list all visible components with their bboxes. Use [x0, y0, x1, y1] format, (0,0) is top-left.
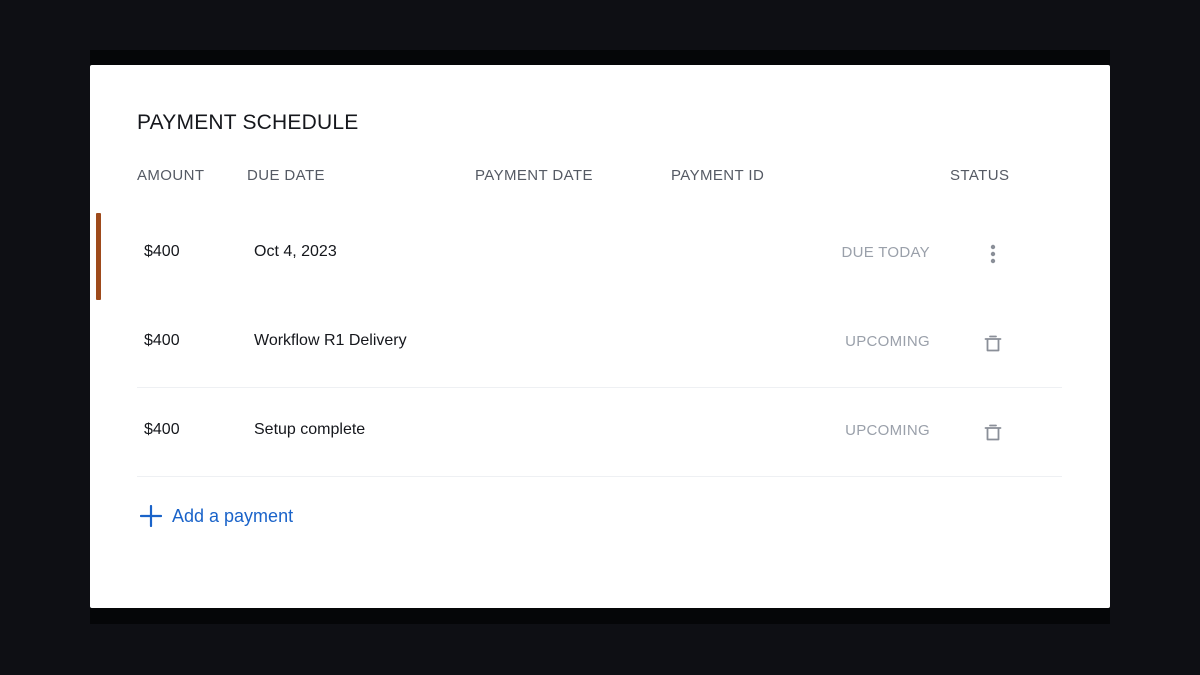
trash-icon: [984, 335, 1002, 351]
column-header-payment-date: PAYMENT DATE: [475, 167, 593, 184]
add-payment-button[interactable]: Add a payment: [140, 505, 293, 527]
due-date-cell: Setup complete: [254, 421, 366, 438]
column-header-status: STATUS: [950, 167, 1010, 184]
amount-cell: $400: [144, 332, 180, 349]
status-badge: UPCOMING: [845, 422, 930, 439]
plus-icon: [140, 505, 162, 527]
delete-payment-button[interactable]: [982, 329, 1004, 357]
row-divider: [137, 387, 1062, 388]
status-badge: DUE TODAY: [841, 244, 930, 261]
trash-icon: [984, 424, 1002, 440]
payment-schedule-card: PAYMENT SCHEDULE AMOUNT DUE DATE PAYMENT…: [90, 65, 1110, 608]
row-divider: [137, 476, 1062, 477]
more-options-button[interactable]: [982, 240, 1004, 268]
table-row: $400 Workflow R1 Delivery UPCOMING: [137, 300, 1062, 388]
amount-cell: $400: [144, 421, 180, 438]
column-header-due-date: DUE DATE: [247, 167, 325, 184]
column-header-amount: AMOUNT: [137, 167, 205, 184]
due-date-cell: Workflow R1 Delivery: [254, 332, 407, 349]
more-vertical-icon: [990, 244, 996, 264]
column-header-payment-id: PAYMENT ID: [671, 167, 765, 184]
status-badge: UPCOMING: [845, 333, 930, 350]
current-payment-accent-bar: [96, 213, 101, 300]
page-title: PAYMENT SCHEDULE: [137, 111, 359, 134]
delete-payment-button[interactable]: [982, 418, 1004, 446]
due-date-cell: Oct 4, 2023: [254, 243, 337, 260]
table-row: $400 Setup complete UPCOMING: [137, 389, 1062, 477]
table-row: $400 Oct 4, 2023 DUE TODAY: [137, 211, 1062, 299]
add-payment-label: Add a payment: [172, 505, 294, 526]
amount-cell: $400: [144, 243, 180, 260]
